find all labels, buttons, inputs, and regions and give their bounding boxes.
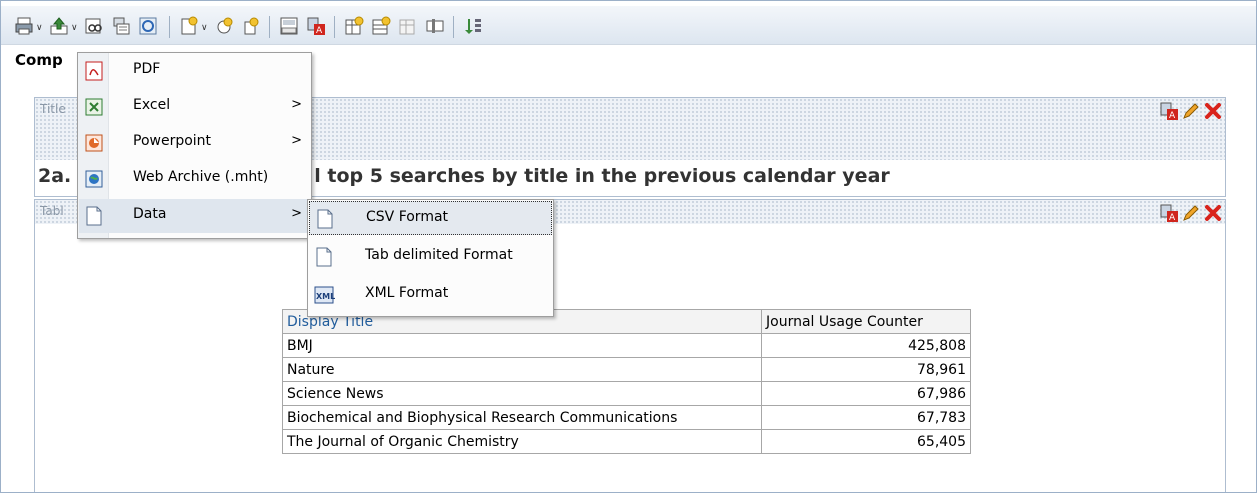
table-row: The Journal of Organic Chemistry 65,405 <box>282 429 971 454</box>
svg-text:A: A <box>1169 213 1176 223</box>
format-view-icon[interactable]: A <box>1159 101 1179 121</box>
report-title-prefix: 2a. <box>38 165 72 187</box>
menu-item-label: Excel <box>133 97 171 113</box>
delete-icon[interactable] <box>1203 203 1223 223</box>
menu-item-label: Powerpoint <box>133 133 212 149</box>
menu-item-label: Tab delimited Format <box>365 247 513 263</box>
export-menu: PDF Excel > Powerpoint > Web Archive (.m… <box>77 52 312 239</box>
menu-item-csv-format[interactable]: CSV Format <box>309 201 552 235</box>
delete-icon[interactable] <box>1203 101 1223 121</box>
toolbar-separator <box>453 16 454 38</box>
pdf-edit-icon[interactable]: A <box>306 16 326 36</box>
sort-icon[interactable] <box>463 16 483 36</box>
svg-text:A: A <box>316 26 323 36</box>
title-cell: Biochemical and Biophysical Research Com… <box>282 405 762 430</box>
results-table: Display Title Journal Usage Counter BMJ … <box>282 309 971 454</box>
content-divider <box>1 44 1256 45</box>
insert2-icon[interactable] <box>371 16 391 36</box>
menu-item-excel[interactable]: Excel > <box>79 90 310 124</box>
menu-item-label: Web Archive (.mht) <box>133 169 269 185</box>
pdf-icon <box>83 60 105 82</box>
title-cell: Nature <box>282 357 762 382</box>
refresh-icon[interactable] <box>138 16 158 36</box>
add-icon[interactable] <box>214 16 234 36</box>
column-header-usage-counter[interactable]: Journal Usage Counter <box>761 309 971 334</box>
xml-icon: XML <box>313 284 335 306</box>
data-icon <box>83 205 105 227</box>
table-view-panel: Tabl A Display Title Journal Usage Count… <box>34 199 1226 492</box>
chevron-down-icon[interactable]: ∨ <box>201 23 208 33</box>
toolbar-separator <box>334 16 335 38</box>
menu-item-label: Data <box>133 206 167 222</box>
menu-item-tab-delimited-format[interactable]: Tab delimited Format <box>309 240 552 274</box>
svg-text:XML: XML <box>316 292 335 301</box>
svg-text:A: A <box>1169 111 1176 121</box>
table-row: Biochemical and Biophysical Research Com… <box>282 405 971 430</box>
table-row: Science News 67,986 <box>282 381 971 406</box>
edit-pencil-icon[interactable] <box>1181 101 1201 121</box>
toolbar-separator <box>269 16 270 38</box>
toolbar-separator <box>169 16 170 38</box>
submenu-arrow-icon: > <box>291 133 302 148</box>
title-cell: The Journal of Organic Chemistry <box>282 429 762 454</box>
toolbar: ∨ ∨ ∨ A <box>1 6 1256 45</box>
column-icon[interactable] <box>425 16 445 36</box>
data-submenu: CSV Format Tab delimited Format XML XML … <box>307 199 554 317</box>
submenu-arrow-icon: > <box>291 97 302 112</box>
menu-item-powerpoint[interactable]: Powerpoint > <box>79 126 310 160</box>
settings-icon[interactable] <box>241 16 261 36</box>
count-cell: 65,405 <box>761 429 971 454</box>
menu-item-pdf[interactable]: PDF <box>79 54 310 88</box>
edit-pencil-icon[interactable] <box>1181 203 1201 223</box>
title-panel-label: Title <box>40 102 66 116</box>
menu-item-data[interactable]: Data > <box>79 199 310 233</box>
title-cell: BMJ <box>282 333 762 358</box>
count-cell: 67,986 <box>761 381 971 406</box>
tab-file-icon <box>313 246 335 268</box>
powerpoint-icon <box>83 132 105 154</box>
xyz-icon[interactable] <box>279 16 299 36</box>
count-cell: 78,961 <box>761 357 971 382</box>
copy-icon[interactable] <box>111 16 131 36</box>
app-window: ∨ ∨ ∨ A Comp Title A 2a. l top 5 searche… <box>0 0 1257 493</box>
menu-item-xml-format[interactable]: XML XML Format <box>309 278 552 312</box>
report-title-main: l top 5 searches by title in the previou… <box>314 165 890 187</box>
print-icon[interactable]: ∨ <box>14 16 46 36</box>
menu-item-web-archive[interactable]: Web Archive (.mht) <box>79 162 310 196</box>
table-row: BMJ 425,808 <box>282 333 971 358</box>
excel-icon <box>83 96 105 118</box>
table-panel-label: Tabl <box>40 204 64 218</box>
new-view-icon[interactable]: ∨ <box>179 16 211 36</box>
menu-item-label: XML Format <box>365 285 449 301</box>
view-icon[interactable] <box>84 16 104 36</box>
menu-item-label: PDF <box>133 61 161 77</box>
chevron-down-icon[interactable]: ∨ <box>71 23 78 33</box>
insert-icon[interactable] <box>344 16 364 36</box>
compound-layout-tab[interactable]: Comp <box>15 51 63 69</box>
count-cell: 425,808 <box>761 333 971 358</box>
csv-file-icon <box>314 208 336 230</box>
submenu-arrow-icon: > <box>291 206 302 221</box>
disabled-icon[interactable] <box>398 16 418 36</box>
menu-item-label: CSV Format <box>366 209 449 225</box>
web-archive-icon <box>83 168 105 190</box>
format-view-icon[interactable]: A <box>1159 203 1179 223</box>
table-row: Nature 78,961 <box>282 357 971 382</box>
title-cell: Science News <box>282 381 762 406</box>
chevron-down-icon[interactable]: ∨ <box>36 23 43 33</box>
export-icon[interactable]: ∨ <box>49 16 81 36</box>
count-cell: 67,783 <box>761 405 971 430</box>
